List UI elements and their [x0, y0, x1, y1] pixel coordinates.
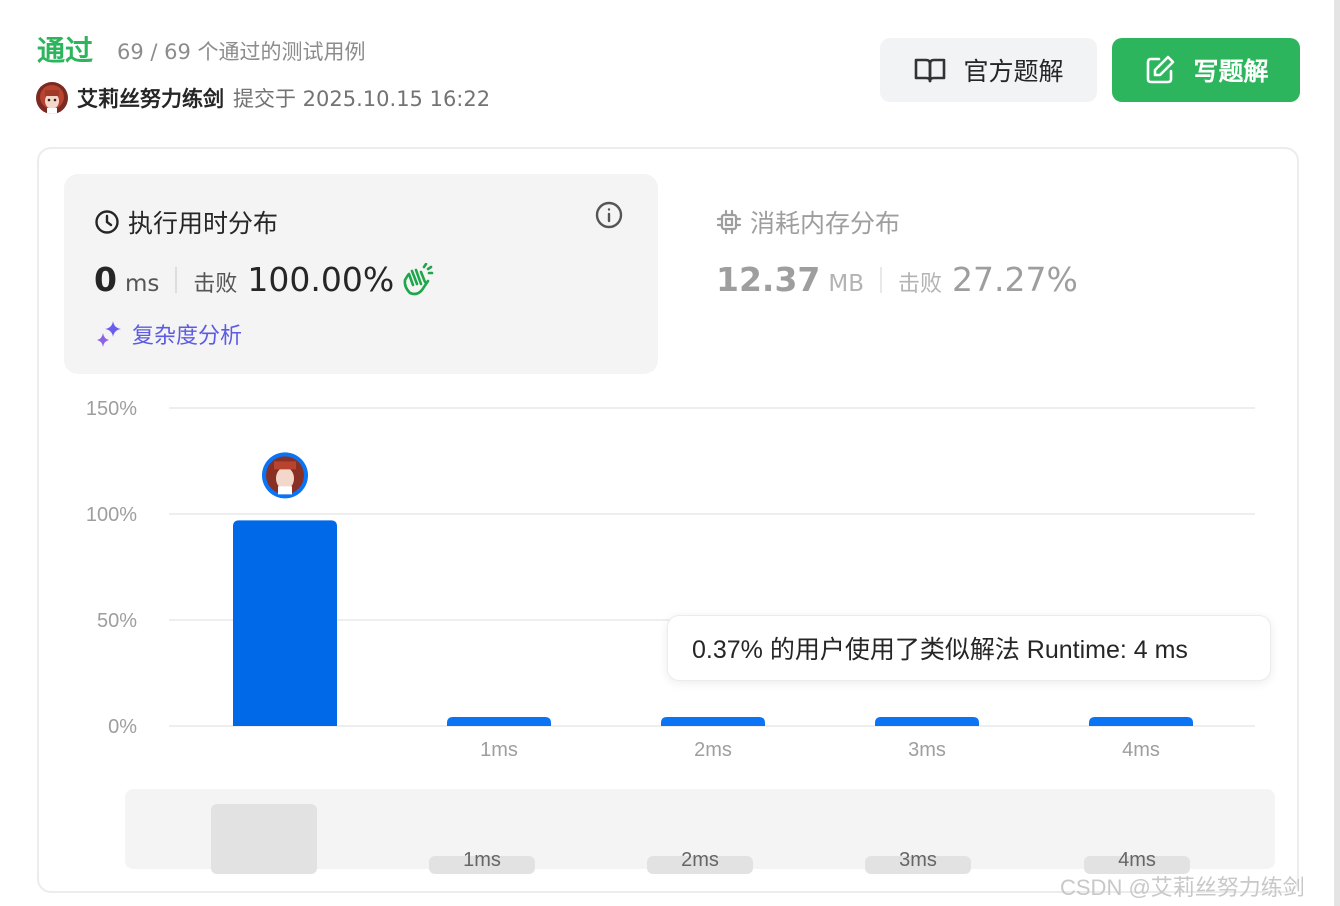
bar [233, 520, 337, 726]
official-solution-label: 官方题解 [963, 57, 1064, 86]
bar [447, 717, 551, 726]
overview-bar [211, 804, 317, 874]
overview-label: 4ms [1118, 849, 1156, 871]
x-tick-label: 3ms [908, 739, 946, 761]
y-tick-label: 50% [97, 610, 137, 632]
watermark: CSDN @艾莉丝努力练剑 [1060, 875, 1305, 900]
avatar[interactable] [36, 82, 68, 114]
y-tick-label: 100% [86, 504, 137, 526]
avatar-marker-collar [278, 486, 292, 495]
y-tick-label: 0% [108, 716, 137, 738]
x-tick-label: 2ms [694, 739, 732, 761]
testcase-summary: 69 / 69 个通过的测试用例 [117, 40, 366, 64]
page-scrollbar[interactable] [1334, 0, 1340, 906]
x-tick-label: 4ms [1122, 739, 1160, 761]
submitter-name[interactable]: 艾莉丝努力练剑 [77, 83, 224, 113]
status-title: 通过 [37, 34, 94, 67]
book-icon [913, 53, 947, 87]
submitter-row: 艾莉丝努力练剑 提交于 2025.10.15 16:22 [36, 82, 490, 114]
runtime-distribution-chart[interactable]: 150% 100% 50% 0% 1ms 2ms 3ms 4ms 1ms 2ms 3ms 4ms [39, 149, 1297, 891]
avatar-marker-face [276, 467, 294, 490]
overview-label: 1ms [463, 849, 501, 871]
bar [875, 717, 979, 726]
write-solution-button[interactable]: 写题解 [1112, 38, 1300, 102]
overview-label: 3ms [899, 849, 937, 871]
y-tick-label: 150% [86, 398, 137, 420]
x-tick-label: 1ms [480, 739, 518, 761]
official-solution-button[interactable]: 官方题解 [880, 38, 1097, 102]
chart-tooltip: 0.37% 的用户使用了类似解法 Runtime: 4 ms [667, 615, 1271, 681]
overview-label: 2ms [681, 849, 719, 871]
bar [1089, 717, 1193, 726]
avatar-marker-hair [274, 461, 296, 470]
bar [661, 717, 765, 726]
edit-icon [1143, 53, 1177, 87]
write-solution-label: 写题解 [1193, 57, 1269, 86]
submit-time: 提交于 2025.10.15 16:22 [233, 87, 491, 111]
result-card: 执行用时分布 0 ms 击败 100.00% 复杂度分析 消耗内存分布 12.3… [37, 147, 1299, 893]
